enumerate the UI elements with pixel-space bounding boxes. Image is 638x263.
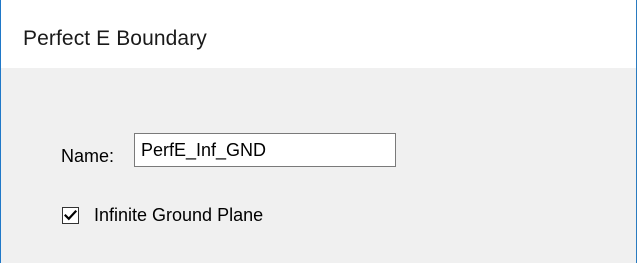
infinite-ground-plane-label: Infinite Ground Plane bbox=[94, 204, 264, 225]
title-bar: Perfect E Boundary bbox=[1, 0, 636, 68]
name-field[interactable] bbox=[134, 133, 396, 167]
infinite-ground-plane-checkbox[interactable] bbox=[62, 206, 79, 224]
name-label: Name: bbox=[61, 146, 115, 166]
infinite-ground-plane-option[interactable]: Infinite Ground Plane bbox=[62, 204, 263, 226]
dialog-content: Name: Infinite Ground Plane bbox=[1, 68, 636, 263]
dialog-title: Perfect E Boundary bbox=[23, 27, 207, 50]
checkmark-icon bbox=[64, 209, 77, 220]
dialog-window: Perfect E Boundary Name: Infinite Ground… bbox=[0, 0, 637, 263]
